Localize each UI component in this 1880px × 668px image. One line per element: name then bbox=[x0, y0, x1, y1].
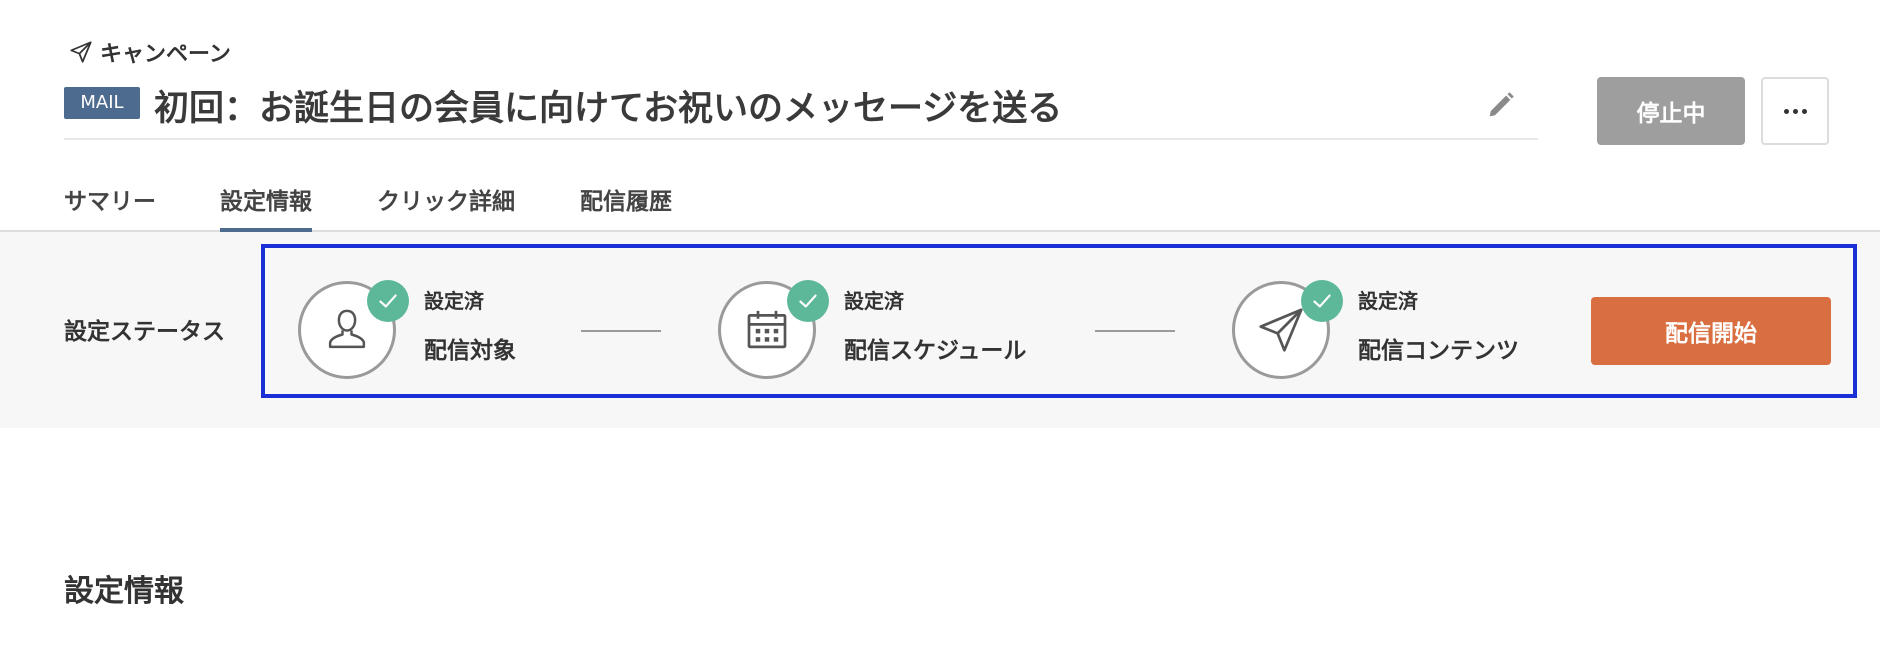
step-connector bbox=[581, 330, 661, 332]
start-delivery-button[interactable]: 配信開始 bbox=[1591, 297, 1831, 365]
breadcrumb[interactable]: キャンペーン bbox=[68, 36, 231, 68]
check-icon bbox=[1301, 280, 1343, 322]
status-band: 設定ステータス 設定済 配信対象 設定済 配信スケジュール 設定済 配信コンテン… bbox=[0, 232, 1880, 428]
step-name: 配信対象 bbox=[424, 338, 516, 364]
calendar-icon bbox=[747, 310, 787, 349]
more-options-button[interactable] bbox=[1761, 77, 1829, 145]
step-name: 配信コンテンツ bbox=[1358, 338, 1519, 364]
tab-bar: サマリー 設定情報 クリック詳細 配信履歴 bbox=[0, 170, 1880, 232]
check-icon bbox=[367, 280, 409, 322]
tab-click-details[interactable]: クリック詳細 bbox=[377, 182, 515, 232]
tab-summary[interactable]: サマリー bbox=[64, 182, 156, 232]
step-state: 設定済 bbox=[424, 289, 484, 313]
pencil-icon[interactable] bbox=[1484, 88, 1518, 122]
campaign-title: 初回：お誕生日の会員に向けてお祝いのメッセージを送る bbox=[154, 89, 1063, 129]
campaign-title-row: MAIL 初回：お誕生日の会員に向けてお祝いのメッセージを送る bbox=[64, 78, 1538, 140]
step-connector bbox=[1095, 330, 1175, 332]
step-name: 配信スケジュール bbox=[844, 338, 1027, 364]
paper-plane-icon bbox=[70, 41, 92, 63]
tab-delivery-history[interactable]: 配信履歴 bbox=[580, 182, 672, 232]
paper-plane-icon bbox=[1259, 308, 1303, 352]
check-icon bbox=[787, 280, 829, 322]
channel-badge: MAIL bbox=[64, 87, 140, 119]
stop-status-button[interactable]: 停止中 bbox=[1597, 77, 1745, 145]
person-icon bbox=[328, 309, 366, 349]
section-title: 設定情報 bbox=[64, 574, 184, 609]
breadcrumb-label: キャンペーン bbox=[100, 42, 231, 67]
step-state: 設定済 bbox=[1358, 289, 1418, 313]
status-label: 設定ステータス bbox=[64, 319, 225, 345]
status-steps-box: 設定済 配信対象 設定済 配信スケジュール 設定済 配信コンテンツ 配信開始 bbox=[261, 244, 1857, 398]
tab-settings[interactable]: 設定情報 bbox=[220, 182, 312, 232]
step-state: 設定済 bbox=[844, 289, 904, 313]
more-dots-icon bbox=[1783, 108, 1789, 114]
